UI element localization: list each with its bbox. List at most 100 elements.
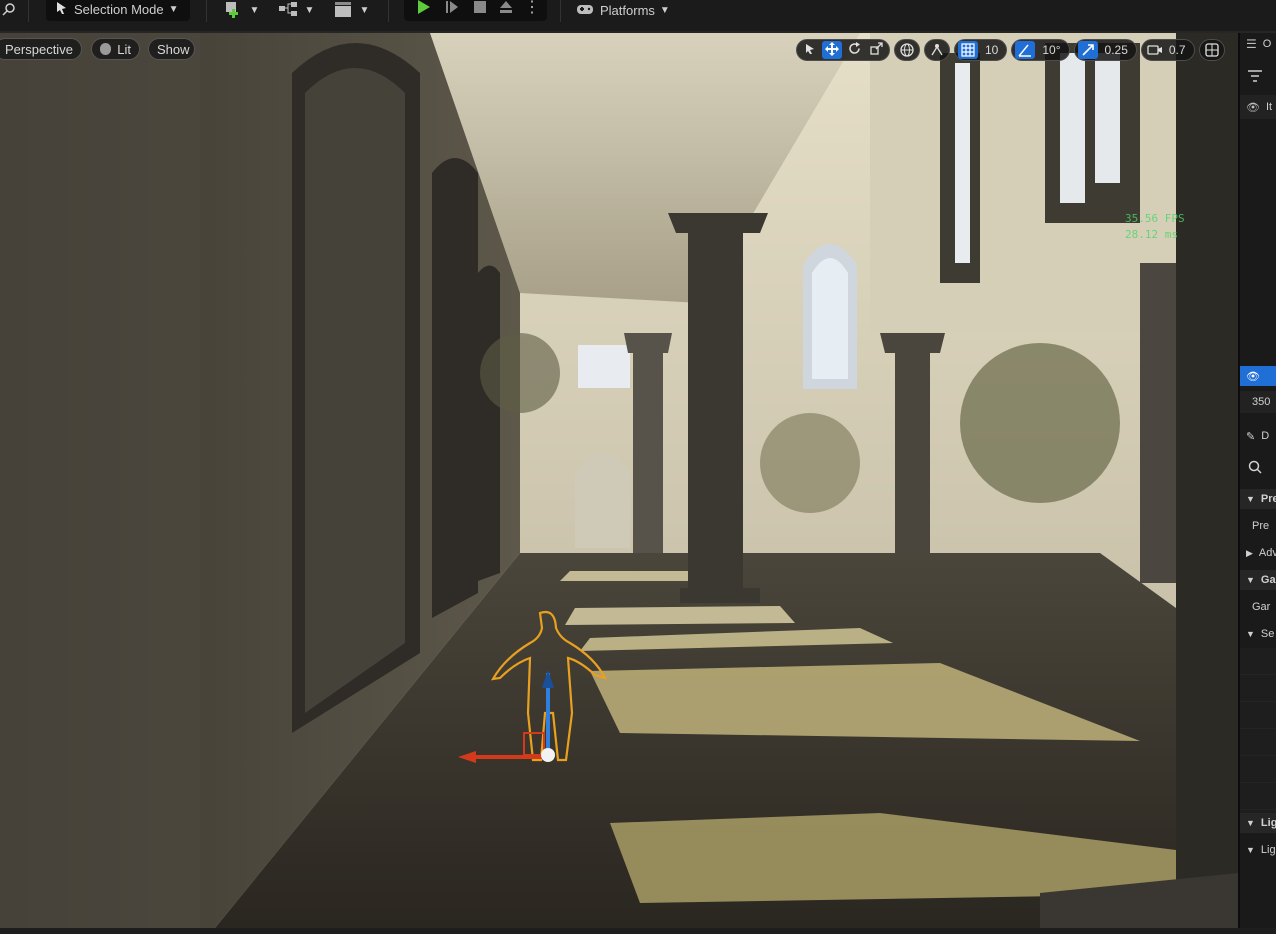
cursor-icon [805, 43, 815, 58]
gamepad-icon [576, 2, 594, 19]
coordinate-space-button[interactable] [894, 39, 920, 61]
scale-icon [869, 42, 883, 58]
actor-count: 350 [1240, 391, 1276, 413]
details-subcategory[interactable]: ▼ Se [1240, 624, 1276, 644]
viewport-layout-button[interactable] [1198, 39, 1225, 61]
perspective-label: Perspective [5, 41, 73, 57]
chevron-down-icon: ▼ [249, 4, 260, 16]
item-label-column: It [1265, 101, 1273, 113]
selection-mode-dropdown[interactable]: Selection Mode ▼ [46, 0, 190, 21]
select-tool[interactable] [800, 41, 820, 59]
step-forward-icon [444, 0, 460, 18]
cinematics-button[interactable]: ▼ [332, 0, 370, 20]
perspective-dropdown[interactable]: Perspective [0, 38, 82, 60]
eject-icon [498, 0, 514, 18]
blueprint-button[interactable]: ▼ [276, 0, 316, 20]
play-controls: ⋮ [404, 0, 547, 21]
camera-speed-value: 0.7 [1168, 43, 1186, 57]
viewport-tools: 10 10° 0.25 0.7 [796, 38, 1225, 62]
details-category[interactable]: ▼ Lig [1240, 813, 1276, 833]
eye-icon: 👁 [1246, 370, 1260, 383]
grid-snap-group[interactable]: 10 [954, 39, 1008, 61]
outliner-tab[interactable]: ☰ O [1240, 33, 1276, 55]
property-label: Pre [1252, 520, 1270, 532]
category-label: Pre [1260, 493, 1276, 505]
cursor-icon [56, 1, 68, 18]
surface-snap-icon [927, 41, 947, 59]
chevron-right-icon: ▶ [1246, 547, 1253, 558]
property-label: Gar [1252, 601, 1271, 613]
details-advanced[interactable]: ▶ Adv [1240, 543, 1276, 563]
lit-sphere-icon [100, 43, 112, 55]
view-mode-dropdown[interactable]: Lit [91, 38, 140, 60]
angle-snap-icon [1015, 41, 1036, 59]
step-button[interactable] [440, 0, 464, 18]
chevron-down-icon: ▼ [359, 4, 370, 16]
details-search[interactable] [1240, 456, 1276, 480]
frame-time-value: 28.12 ms [1125, 228, 1178, 241]
blueprint-icon [278, 1, 300, 20]
scale-snap-group[interactable]: 0.25 [1073, 39, 1137, 61]
outliner-header: 👁 It [1240, 95, 1276, 119]
eject-button[interactable] [494, 0, 518, 18]
level-viewport[interactable]: Perspective Lit Show 10 10° 0.25 0.7 35.… [0, 33, 1238, 928]
bottom-status-strip [0, 928, 1276, 934]
rotation-snap-group[interactable]: 10° [1011, 39, 1070, 61]
filter-button[interactable] [1240, 65, 1276, 89]
stop-icon [473, 0, 487, 17]
grid-snap-value: 10 [985, 43, 999, 57]
chevron-down-icon: ▼ [659, 4, 670, 16]
chevron-down-icon: ▼ [168, 3, 179, 15]
play-options-button[interactable]: ⋮ [524, 0, 540, 18]
scene-render [0, 33, 1238, 928]
subcategory-label: Lig [1260, 844, 1276, 856]
rotate-tool[interactable] [844, 41, 864, 59]
platforms-dropdown[interactable]: Platforms ▼ [576, 0, 676, 20]
filter-icon [1248, 69, 1262, 85]
toolbar-divider [28, 0, 29, 22]
toolbar-divider [206, 0, 207, 22]
chevron-down-icon: ▼ [1246, 845, 1255, 855]
details-category[interactable]: ▼ Gar [1240, 570, 1276, 590]
globe-icon [897, 41, 917, 59]
scale-tool[interactable] [866, 41, 886, 59]
chevron-down-icon: ▼ [1246, 818, 1255, 828]
selected-outliner-row[interactable]: 👁 [1240, 366, 1276, 386]
surface-snap-button[interactable] [924, 39, 950, 61]
details-category[interactable]: ▼ Pre [1240, 489, 1276, 509]
fps-readout: 35.56 FPS 28.12 ms [1125, 211, 1185, 243]
chevron-down-icon: ▼ [1246, 494, 1255, 504]
camera-speed-group[interactable]: 0.7 [1140, 39, 1195, 61]
play-icon [415, 0, 431, 18]
stop-button[interactable] [468, 0, 492, 18]
add-actor-button[interactable]: ▼ [222, 0, 260, 20]
details-tab[interactable]: ✎ D [1240, 425, 1276, 447]
transform-tools [796, 39, 890, 61]
translate-tool[interactable] [822, 41, 842, 59]
pencil-icon: ✎ [1246, 430, 1256, 443]
details-property[interactable]: Gar [1240, 597, 1276, 617]
details-property[interactable]: Pre [1240, 516, 1276, 536]
details-title: D [1261, 430, 1270, 442]
selection-mode-label: Selection Mode [74, 1, 164, 17]
search-icon[interactable] [0, 0, 18, 20]
scale-snap-value: 0.25 [1104, 43, 1128, 57]
main-toolbar: Selection Mode ▼ ▼ ▼ ▼ ⋮ Platforms ▼ [0, 0, 1276, 33]
lit-label: Lit [117, 41, 131, 57]
platforms-label: Platforms [600, 2, 655, 18]
scale-snap-icon [1077, 41, 1098, 59]
show-dropdown[interactable]: Show [148, 38, 195, 60]
grid-snap-icon [958, 41, 978, 59]
rotation-snap-value: 10° [1042, 43, 1061, 57]
add-cube-icon [223, 0, 245, 21]
subcategory-label: Se [1260, 628, 1275, 640]
fps-value: 35.56 FPS [1125, 212, 1185, 225]
category-label: Gar [1260, 574, 1276, 586]
outliner-title: O [1262, 38, 1272, 50]
rotate-icon [848, 42, 861, 58]
play-button[interactable] [410, 0, 436, 18]
move-arrows-icon [825, 41, 839, 59]
toolbar-divider [560, 0, 561, 22]
details-subcategory[interactable]: ▼ Lig [1240, 840, 1276, 860]
more-vertical-icon: ⋮ [524, 0, 540, 16]
